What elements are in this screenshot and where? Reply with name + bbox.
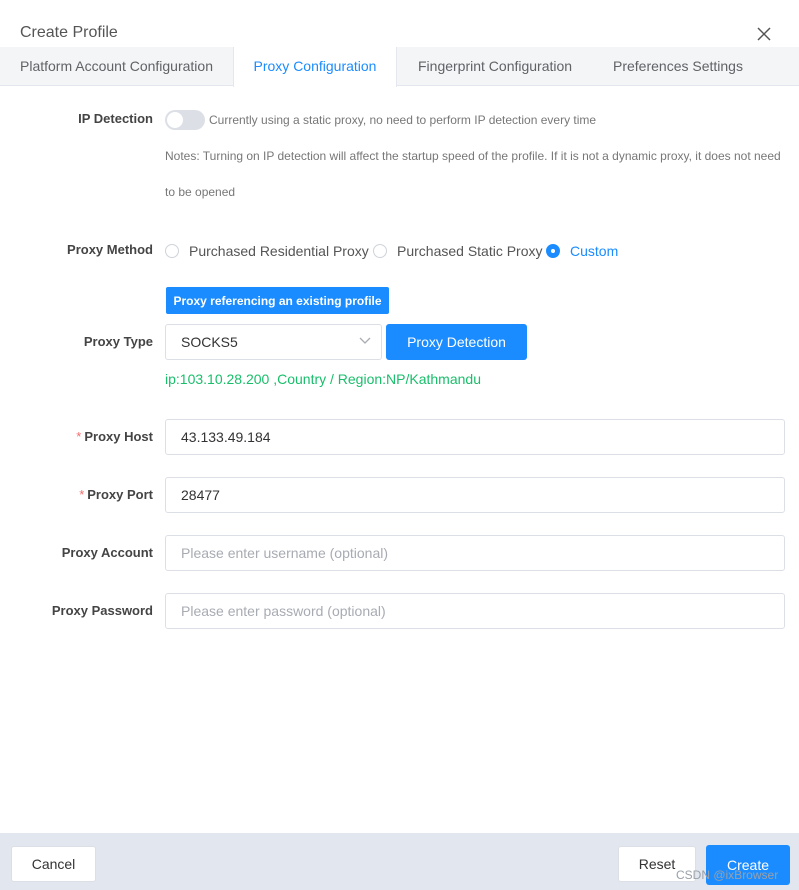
- ip-detection-toggle[interactable]: [165, 110, 205, 130]
- detection-result: ip:103.10.28.200 ,Country / Region:NP/Ka…: [165, 371, 481, 387]
- ip-detection-status: Currently using a static proxy, no need …: [209, 113, 597, 127]
- dialog-header: Create Profile: [0, 0, 799, 48]
- radio-label: Purchased Static Proxy: [397, 243, 543, 259]
- required-mark: *: [79, 487, 85, 502]
- radio-label: Custom: [570, 243, 619, 259]
- proxy-port-input[interactable]: [165, 477, 785, 513]
- radio-checked-icon: [546, 244, 560, 258]
- radio-residential-proxy[interactable]: Purchased Residential Proxy: [165, 242, 369, 260]
- proxy-type-label: Proxy Type: [83, 334, 153, 349]
- dialog-title: Create Profile: [20, 24, 118, 41]
- proxy-host-input[interactable]: [165, 419, 785, 455]
- proxy-method-label: Proxy Method: [67, 242, 153, 257]
- toggle-knob: [167, 112, 183, 128]
- proxy-account-label: Proxy Account: [61, 545, 153, 560]
- proxy-detection-button[interactable]: Proxy Detection: [386, 324, 527, 360]
- close-icon[interactable]: [752, 22, 776, 46]
- proxy-password-label: Proxy Password: [51, 603, 153, 618]
- ip-detection-notes-line2: to be opened: [165, 185, 236, 199]
- radio-label: Purchased Residential Proxy: [189, 243, 369, 259]
- cancel-button[interactable]: Cancel: [11, 846, 96, 882]
- proxy-type-select[interactable]: SOCKS5: [165, 324, 382, 360]
- watermark: CSDN @ixBrowser: [676, 868, 779, 882]
- tab-platform-account[interactable]: Platform Account Configuration: [20, 47, 213, 86]
- radio-custom[interactable]: Custom: [546, 242, 618, 260]
- radio-circle-icon: [373, 244, 387, 258]
- chevron-down-icon: [359, 337, 371, 344]
- proxy-password-input[interactable]: [165, 593, 785, 629]
- proxy-account-input[interactable]: [165, 535, 785, 571]
- radio-static-proxy[interactable]: Purchased Static Proxy: [373, 242, 543, 260]
- radio-circle-icon: [165, 244, 179, 258]
- ip-detection-label: IP Detection: [78, 111, 153, 126]
- tab-preferences[interactable]: Preferences Settings: [613, 47, 743, 86]
- tab-proxy-configuration[interactable]: Proxy Configuration: [233, 47, 397, 87]
- tab-fingerprint[interactable]: Fingerprint Configuration: [418, 47, 572, 86]
- proxy-port-label-text: Proxy Port: [87, 487, 153, 502]
- tab-bar: Platform Account Configuration Proxy Con…: [0, 47, 799, 87]
- proxy-host-label-text: Proxy Host: [84, 429, 153, 444]
- required-mark: *: [76, 429, 82, 444]
- proxy-port-label: * Proxy Port: [79, 487, 153, 502]
- proxy-type-value: SOCKS5: [181, 334, 238, 350]
- reference-profile-button[interactable]: Proxy referencing an existing profile: [166, 287, 389, 314]
- proxy-host-label: * Proxy Host: [76, 429, 153, 444]
- ip-detection-notes-line1: Notes: Turning on IP detection will affe…: [165, 149, 781, 163]
